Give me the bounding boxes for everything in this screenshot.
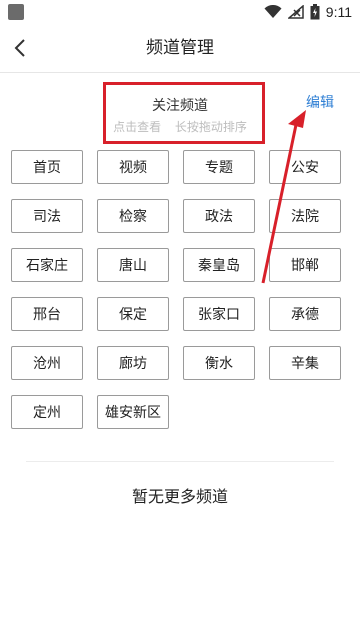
channel-grid: 首页 视频 专题 公安司法 检察 政法 法院石家庄 唐山 秦皇岛 邯郸邢台 保定 张家口 承德沧州 廊坊衡… (11, 150, 343, 429)
divider (26, 461, 334, 462)
channel-chip[interactable]: 衡水 (183, 346, 255, 380)
channel-chip[interactable]: 雄安新区 (97, 395, 169, 429)
battery-icon (310, 4, 320, 20)
back-button[interactable] (6, 34, 34, 62)
no-signal-icon (287, 5, 304, 19)
channel-chip[interactable]: 廊坊 (97, 346, 169, 380)
wifi-icon (264, 5, 282, 18)
app-header: 频道管理 (0, 24, 360, 73)
channel-chip[interactable]: 沧州 (11, 346, 83, 380)
channel-chip[interactable]: 司法 (11, 199, 83, 233)
channel-chip[interactable]: 邯郸 (269, 248, 341, 282)
channel-chip[interactable]: 检察 (97, 199, 169, 233)
channel-chip[interactable]: 辛集 (269, 346, 341, 380)
clock: 9:11 (325, 4, 352, 20)
channel-chip[interactable]: 秦皇岛 (183, 248, 255, 282)
empty-state-text: 暂无更多频道 (131, 487, 228, 506)
channel-chip[interactable]: 张家口 (183, 297, 255, 331)
channel-chip[interactable]: 公安 (269, 150, 341, 184)
channel-chip[interactable]: 邢台 (11, 297, 83, 331)
edit-button[interactable]: 编辑 (306, 92, 334, 112)
channel-chip[interactable]: 唐山 (97, 248, 169, 282)
app-notification-icon (8, 4, 24, 20)
channel-chip[interactable]: 专题 (183, 150, 255, 184)
channel-chip[interactable]: 保定 (97, 297, 169, 331)
channel-chip[interactable]: 法院 (269, 199, 341, 233)
channel-chip[interactable]: 首页 (11, 150, 83, 184)
channel-chip[interactable]: 承德 (269, 297, 341, 331)
chevron-left-icon (14, 39, 25, 57)
channel-chip[interactable]: 视频 (97, 150, 169, 184)
status-bar: 9:11 (0, 0, 360, 24)
page-title: 频道管理 (146, 38, 214, 58)
channel-chip[interactable]: 政法 (183, 199, 255, 233)
status-icons: 9:11 (264, 2, 352, 22)
channel-chip[interactable]: 石家庄 (11, 248, 83, 282)
channel-chip[interactable]: 定州 (11, 395, 83, 429)
followed-channels-hint: 点击查看 长按拖动排序 (113, 120, 247, 134)
